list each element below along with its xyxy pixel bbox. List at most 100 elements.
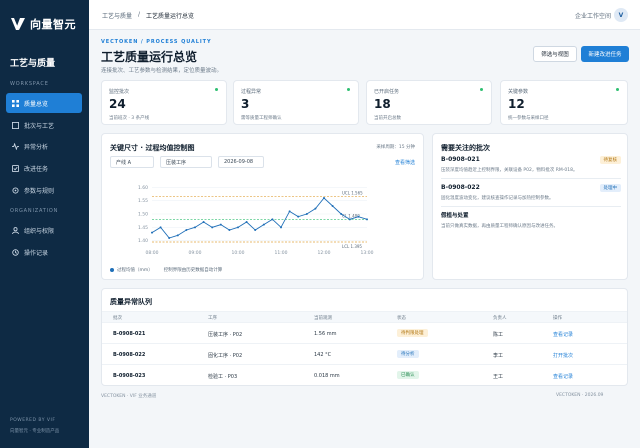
sidebar-item-permissions[interactable]: 组织与权限 <box>6 220 82 240</box>
data-point <box>254 229 257 231</box>
data-point <box>185 229 188 231</box>
kpi-card-tasks: 已开启任务 18 当前开启总数 <box>366 80 492 125</box>
data-point <box>211 226 214 229</box>
data-point <box>331 205 334 207</box>
status-dot-icon <box>480 88 483 91</box>
breadcrumb-current: 工艺质量运行总览 <box>146 13 195 20</box>
logo[interactable]: 向量智元 <box>10 16 76 32</box>
kpi-card-params: 关键参数 12 统一参数与采样口径 <box>500 80 628 125</box>
chart-title: 关键尺寸 · 过程均值控制图 <box>110 144 195 152</box>
sidebar-item-label: 操作记录 <box>24 249 49 257</box>
group-label-workspace: WORKSPACE <box>10 81 49 87</box>
col-header: 状态 <box>397 316 406 321</box>
data-point <box>340 213 343 215</box>
divider <box>441 178 621 179</box>
table-title: 质量异常队列 <box>110 298 152 306</box>
control-chart-card: 关键尺寸 · 过程均值控制图 采样周期：15 分钟 产线 A 压装工序 2026… <box>101 133 424 280</box>
gear-icon <box>12 186 19 194</box>
handling-desc: 当前只做真实数据，再由质量工程师确认原因与改进任务。 <box>441 224 558 229</box>
x-tick-label: 08:00 <box>146 250 159 256</box>
data-point <box>151 231 153 234</box>
status-badge: 待复核 <box>599 156 621 164</box>
page-title: 工艺质量运行总览 <box>101 50 198 64</box>
chart-legend: 过程均值（mm） 控制界限由历史数据自动计算 <box>110 267 222 273</box>
users-icon <box>12 226 19 234</box>
process-select[interactable]: 压装工序 <box>160 156 212 168</box>
row-action-link[interactable]: 查看记录 <box>553 331 573 338</box>
data-point <box>366 218 368 221</box>
handling-title: 假植与处置 <box>441 213 469 219</box>
data-point <box>194 226 196 229</box>
sidebar-item-rules[interactable]: 参数与规则 <box>6 180 82 200</box>
x-tick-label: 13:00 <box>361 250 374 256</box>
breadcrumb-root[interactable]: 工艺与质量 <box>102 11 132 20</box>
sidebar-item-tasks[interactable]: 改进任务 <box>6 158 82 178</box>
table-row[interactable]: B-0908-021 压装工序 · P02 1.56 mm 待判限处理 陈工 查… <box>102 323 627 344</box>
attention-batches-card: 需要关注的批次 B-0908-021 压装深度均值趋近上控制界限，关联设备 P0… <box>432 133 628 280</box>
legend-label: 过程均值（mm） <box>117 268 153 273</box>
row-action-link[interactable]: 查看记录 <box>553 373 573 380</box>
sidebar-item-label: 参数与规则 <box>24 187 55 195</box>
attention-batch-item[interactable]: B-0908-021 压装深度均值趋近上控制界限，关联设备 P02，物料批次 R… <box>441 156 621 173</box>
cell-process: 压装工序 · P02 <box>208 332 243 338</box>
logo-text: 向量智元 <box>30 18 76 31</box>
row-action-link[interactable]: 打开批次 <box>553 352 573 359</box>
x-tick-label: 11:00 <box>275 250 288 256</box>
view-filter-link[interactable]: 查看筛选 <box>395 159 415 166</box>
status-badge: 处理中 <box>599 184 621 192</box>
kpi-label: 监控批次 <box>109 89 130 95</box>
data-point <box>262 223 265 226</box>
sidebar-footer-powered: POWERED BY VIF <box>10 418 56 423</box>
batch-desc: 压装深度均值趋近上控制界限，关联设备 P02，物料批次 RM-018。 <box>441 168 578 173</box>
breadcrumb: 工艺与质量 / 工艺质量运行总览 <box>102 11 194 20</box>
workspace-label[interactable]: 企业工作空间 <box>575 11 611 20</box>
sidebar-item-label: 质量总览 <box>24 100 49 108</box>
table-row[interactable]: B-0908-023 检验工 · P03 0.018 mm 已确认 王工 查看记… <box>102 365 627 386</box>
y-tick-label: 1.45 <box>138 225 148 231</box>
page-subtitle: 连接批次、工艺参数与检测结果，定位质量波动。 <box>101 68 223 74</box>
line-select[interactable]: 产线 A <box>110 156 154 168</box>
sidebar-item-label: 批次与工艺 <box>24 122 55 130</box>
legend-note: 控制界限由历史数据自动计算 <box>163 268 223 273</box>
table-row[interactable]: B-0908-022 固化工序 · P02 142 °C 待分析 李工 打开批次 <box>102 344 627 365</box>
legend-dot-icon <box>110 268 114 272</box>
kpi-note: 当前开启总数 <box>374 116 401 121</box>
date-field[interactable]: 2026-09-08 <box>218 156 264 168</box>
anomaly-queue-card: 质量异常队列 批次 工序 当前观测 状态 负责人 操作 B-0908-021 压… <box>101 288 628 386</box>
sidebar-item-label: 异常分析 <box>24 143 49 151</box>
sidebar-item-overview[interactable]: 质量总览 <box>6 93 82 113</box>
kpi-value: 3 <box>241 97 250 111</box>
batch-id: B-0908-021 <box>441 156 480 163</box>
table-header: 批次 工序 当前观测 状态 负责人 操作 <box>102 311 627 323</box>
col-header: 工序 <box>208 316 217 321</box>
sidebar-item-logs[interactable]: 操作记录 <box>6 242 82 262</box>
data-point <box>305 213 308 215</box>
status-badge: 待判限处理 <box>397 329 428 337</box>
new-task-button[interactable]: 新建改进任务 <box>581 46 629 62</box>
cell-observation: 142 °C <box>314 352 332 358</box>
data-point <box>219 223 222 226</box>
data-point <box>202 221 205 223</box>
filter-view-button[interactable]: 筛选与视图 <box>533 46 577 62</box>
sidebar-item-batches[interactable]: 批次与工艺 <box>6 115 82 135</box>
sidebar-item-anomaly[interactable]: 异常分析 <box>6 136 82 156</box>
x-tick-label: 12:00 <box>318 250 331 256</box>
layers-icon <box>12 121 19 129</box>
y-tick-label: 1.55 <box>138 198 148 204</box>
avatar[interactable]: V <box>614 8 628 22</box>
check-icon <box>12 164 19 172</box>
app-root: 向量智元 工艺与质量 WORKSPACE 质量总览 批次与工艺 异常分析 改进任… <box>0 0 640 448</box>
kpi-card-anomalies: 过程异常 3 需等质量工程师确认 <box>233 80 359 125</box>
kpi-label: 已开启任务 <box>374 89 400 95</box>
group-label-organization: ORGANIZATION <box>10 208 59 214</box>
cell-batch: B-0908-021 <box>113 331 146 337</box>
clock-icon <box>12 248 19 256</box>
data-point <box>159 226 162 229</box>
y-tick-label: 1.50 <box>138 212 148 218</box>
col-header: 负责人 <box>493 316 507 321</box>
page-eyebrow: VECTOKEN / PROCESS QUALITY <box>101 39 212 45</box>
y-tick-label: 1.40 <box>138 238 148 244</box>
attention-batch-item[interactable]: B-0908-022 固化温度波动变化，建议核查操作记录与加热控制参数。 处理中 <box>441 184 621 201</box>
data-point <box>348 218 351 221</box>
footer-right: VECTOKEN · 2026.09 <box>556 393 604 398</box>
